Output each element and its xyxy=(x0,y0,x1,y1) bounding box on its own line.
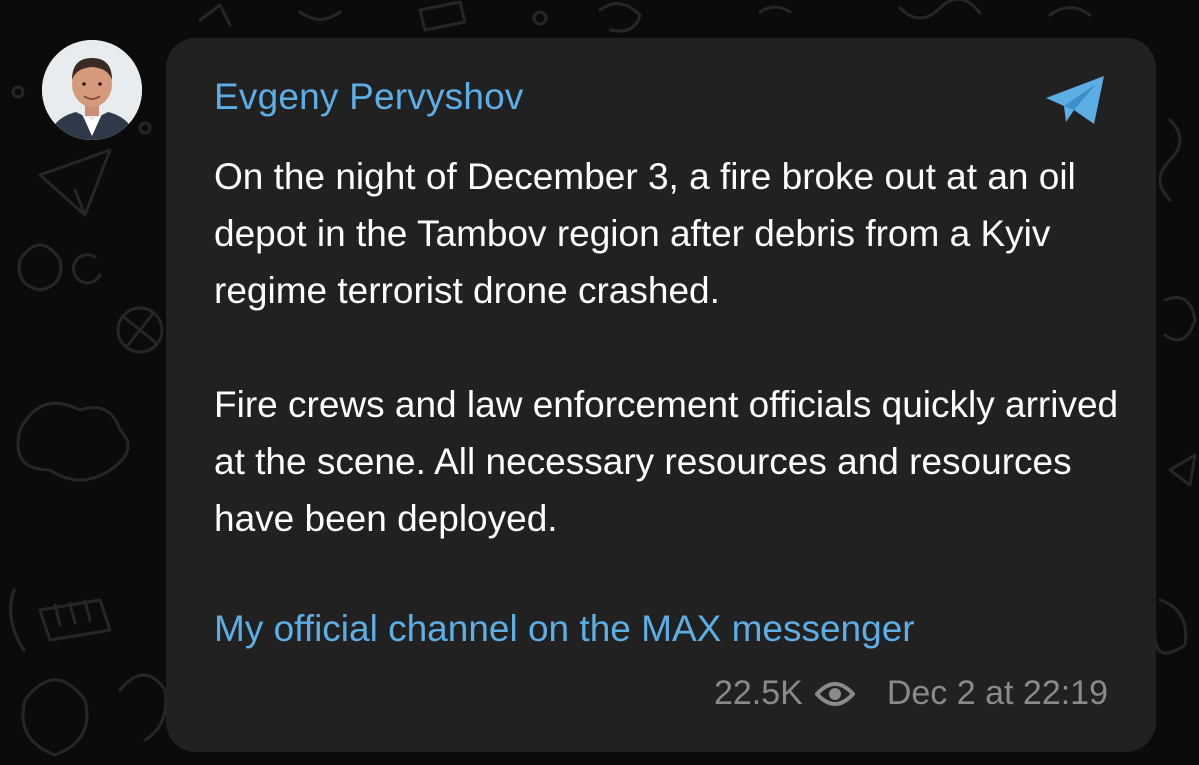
message-paragraph-2: Fire crews and law enforcement officials… xyxy=(214,384,1119,539)
eye-icon xyxy=(814,681,855,706)
message-bubble: Evgeny Pervyshov On the night of Decembe… xyxy=(166,38,1156,752)
message-text: On the night of December 3, a fire broke… xyxy=(214,148,1134,547)
channel-link[interactable]: My official channel on the MAX messenger xyxy=(214,600,915,657)
view-count: 22.5K xyxy=(713,674,803,712)
telegram-plane-icon[interactable] xyxy=(1042,72,1110,128)
message-meta: 22.5K Dec 2 at 22:19 xyxy=(714,674,1108,713)
message-timestamp: Dec 2 at 22:19 xyxy=(886,674,1108,712)
avatar-photo xyxy=(42,40,142,140)
author-avatar[interactable] xyxy=(42,40,142,140)
message-paragraph-1: On the night of December 3, a fire broke… xyxy=(214,156,1076,311)
sender-name[interactable]: Evgeny Pervyshov xyxy=(214,76,524,118)
